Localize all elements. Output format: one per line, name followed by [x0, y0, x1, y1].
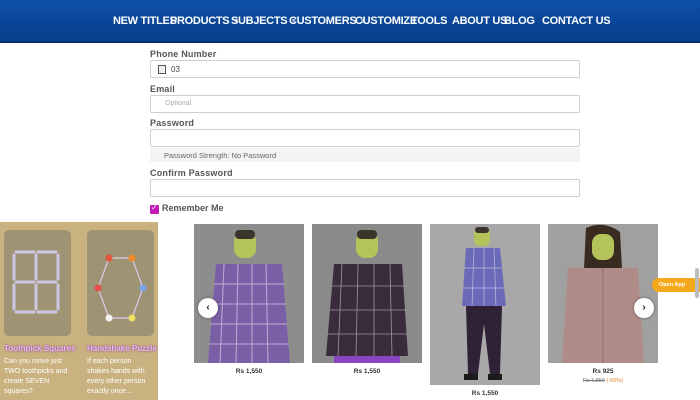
- phone-input[interactable]: 03: [150, 60, 580, 78]
- product-price: Rs 925: [592, 368, 614, 375]
- puzzle-description: If each person shakes hands with every o…: [87, 358, 146, 395]
- email-label: Email: [150, 84, 176, 94]
- password-label: Password: [150, 118, 195, 128]
- carousel-next-button[interactable]: ›: [634, 298, 654, 318]
- discount-badge: (-50%): [606, 378, 624, 384]
- confirm-password-label: Confirm Password: [150, 168, 233, 178]
- phone-label: Phone Number: [150, 49, 217, 59]
- remember-me-label: Remember Me: [162, 203, 224, 213]
- confirm-password-input[interactable]: [150, 179, 580, 197]
- email-input[interactable]: Optional: [150, 95, 580, 113]
- nav-label: BLOG: [504, 15, 535, 27]
- nav-label: CUSTOMERS: [289, 15, 357, 27]
- top-navigation-bar: NEW TITLES PRODUCTS ▼ SUBJECTS ▼ CUSTOMERS…: [0, 0, 700, 43]
- password-strength-meter: Password Strength: No Password: [150, 148, 580, 162]
- password-input[interactable]: [150, 129, 580, 147]
- handshake-hexagon-icon: [94, 254, 147, 322]
- nav-item-subjects[interactable]: SUBJECTS ▼: [231, 15, 297, 27]
- product-image[interactable]: [430, 224, 540, 385]
- toothpick-puzzle-card[interactable]: [4, 230, 71, 336]
- open-app-button[interactable]: Open App: [652, 278, 700, 292]
- nav-label: TOOLS: [411, 15, 448, 27]
- flag-icon[interactable]: [158, 65, 166, 74]
- nav-item-new-titles[interactable]: NEW TITLES: [113, 15, 177, 27]
- nav-item-products[interactable]: PRODUCTS ▼: [170, 15, 239, 27]
- password-strength-text: Password Strength: No Password: [164, 151, 277, 160]
- puzzle-title[interactable]: Handshake Puzzle: [87, 344, 157, 353]
- email-placeholder: Optional: [165, 100, 192, 107]
- carousel-prev-button[interactable]: ‹: [198, 298, 218, 318]
- product-image[interactable]: [312, 224, 422, 363]
- product-image[interactable]: [548, 224, 658, 363]
- phone-value: 03: [171, 65, 180, 74]
- product-price: Rs 1,550: [353, 368, 381, 375]
- nav-item-about-us[interactable]: ABOUT US: [452, 15, 507, 27]
- nav-label: ABOUT US: [452, 15, 508, 27]
- product-image[interactable]: [194, 224, 304, 363]
- product-photo-black-check-shirt: [312, 224, 422, 363]
- scrollbar-thumb[interactable]: [695, 268, 699, 298]
- toothpick-squares-icon: [12, 250, 60, 314]
- remember-me-checkbox[interactable]: [150, 203, 159, 214]
- product-price: Rs 1,550: [471, 390, 499, 397]
- nav-label: SUBJECTS: [231, 15, 288, 27]
- nav-label: PRODUCTS: [170, 15, 230, 27]
- nav-label: NEW TITLES: [113, 15, 177, 27]
- puzzle-title[interactable]: Toothpick Squares: [4, 344, 75, 353]
- product-photo-purple-check-shirt: [194, 224, 304, 363]
- strikethrough-price: Rs 1,850: [582, 378, 605, 384]
- product-carousel: Rs 1,550 Rs 1,550 Rs 1,550 Rs 925 Rs 1,8…: [158, 222, 700, 400]
- product-original-price: Rs 1,850 (-50%): [548, 378, 658, 384]
- product-photo-full-outfit: [430, 224, 540, 385]
- puzzle-description: Can you move just TWO toothpicks and cre…: [4, 358, 68, 395]
- puzzle-panel: Toothpick Squares Can you move just TWO …: [0, 222, 158, 400]
- chevron-right-icon: ›: [642, 302, 646, 313]
- handshake-puzzle-card[interactable]: [87, 230, 154, 336]
- product-photo-pink-shirt: [548, 224, 658, 363]
- nav-item-tools[interactable]: TOOLS: [411, 15, 448, 27]
- nav-label: CONTACT US: [542, 15, 611, 27]
- chevron-left-icon: ‹: [206, 302, 210, 313]
- nav-label: CUSTOMIZE: [355, 15, 417, 27]
- nav-item-customize[interactable]: CUSTOMIZE: [355, 15, 417, 27]
- product-price: Rs 1,550: [235, 368, 263, 375]
- nav-item-contact-us[interactable]: CONTACT US: [542, 15, 611, 27]
- nav-item-blog[interactable]: BLOG: [504, 15, 535, 27]
